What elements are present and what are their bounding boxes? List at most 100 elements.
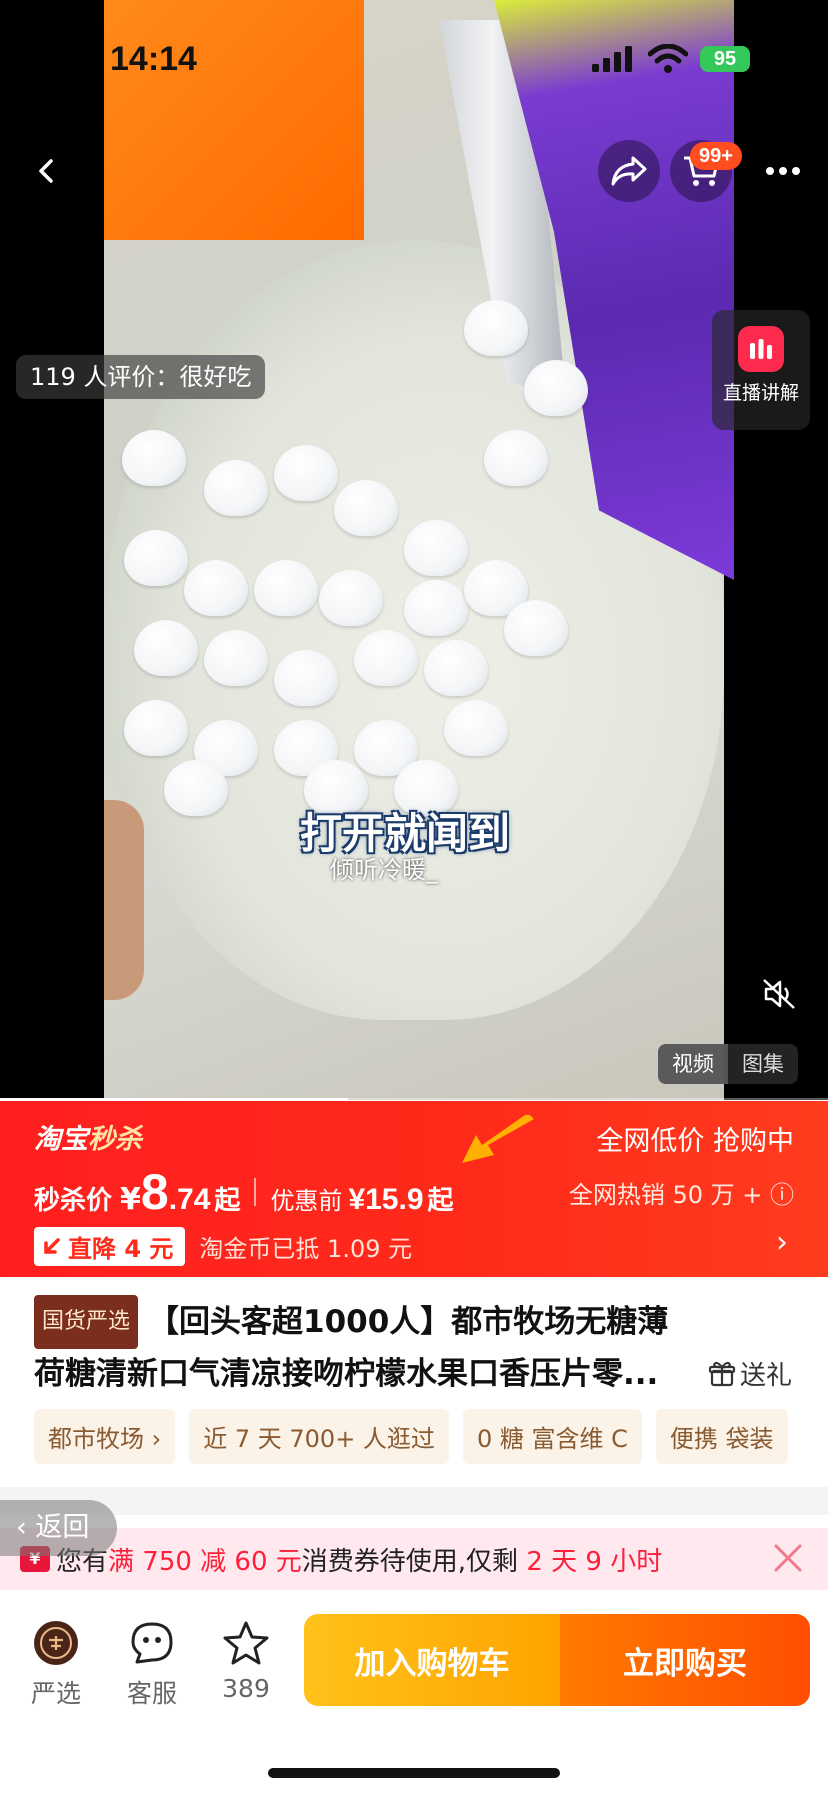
tab-gallery[interactable]: 图集 <box>728 1044 798 1084</box>
candy-image <box>524 360 588 416</box>
price-row: 秒杀价 ¥ 8 .74 起 优惠前 ¥15.9 起 <box>34 1163 454 1221</box>
coupon-text-c: 消费券待使用,仅剩 <box>301 1546 519 1577</box>
signal-icon <box>592 46 632 72</box>
candy-image <box>274 445 338 501</box>
candy-image <box>424 640 488 696</box>
status-time: 14:14 <box>110 40 197 78</box>
section-divider <box>0 1487 828 1515</box>
mute-button[interactable] <box>752 966 808 1022</box>
candy-image <box>274 650 338 706</box>
add-to-cart-button[interactable]: 加入购物车 <box>304 1614 560 1706</box>
coupon-strip[interactable]: ¥ 您有满 750 减 60 元消费券待使用,仅剩 2 天 9 小时 <box>0 1528 828 1590</box>
price-currency: ¥ <box>120 1182 141 1217</box>
price-label: 秒杀价 <box>34 1186 113 1216</box>
before-price-value: ¥15.9 <box>348 1183 424 1216</box>
price-drop-badge: 直降 4 元 <box>34 1227 186 1266</box>
coupon-amount: 满 750 减 60 元 <box>108 1546 302 1577</box>
candy-image <box>204 630 268 686</box>
coin-deduction-text: 淘金币已抵 1.09 元 <box>199 1235 413 1263</box>
candy-image <box>404 580 468 636</box>
candy-image <box>204 460 268 516</box>
arrow-down-left-icon <box>44 1237 60 1254</box>
candy-image <box>319 570 383 626</box>
star-icon <box>206 1618 286 1668</box>
price-separator <box>254 1178 257 1206</box>
flash-sale-logo: 淘宝秒杀 <box>34 1117 142 1156</box>
tab-video[interactable]: 视频 <box>658 1044 728 1084</box>
before-price-label: 优惠前 <box>270 1187 343 1215</box>
coupon-text: 您有满 750 减 60 元消费券待使用,仅剩 2 天 9 小时 <box>56 1541 662 1578</box>
favorite-button[interactable]: 389 <box>206 1618 286 1703</box>
share-button[interactable] <box>598 140 660 202</box>
gift-label: 送礼 <box>739 1361 792 1391</box>
live-explain-label: 直播讲解 <box>722 382 799 404</box>
close-icon[interactable] <box>770 1540 806 1576</box>
chevron-left-icon <box>39 159 53 183</box>
price-drop-label: 直降 4 元 <box>68 1235 174 1263</box>
price-decimal: .74 <box>168 1183 211 1216</box>
review-summary-chip[interactable]: 119 人评价：很好吃 <box>16 355 266 399</box>
product-info: 国货严选 【回头客超1000人】都市牧场无糖薄荷糖清新口气清凉接吻柠檬水果口香压片… <box>0 1277 828 1487</box>
candy-image <box>134 620 198 676</box>
flash-sale-banner[interactable]: 淘宝秒杀 全网低价 抢购中 全网热销 50 万 + ⓘ 秒杀价 ¥ 8 .74 … <box>0 1101 828 1277</box>
favorite-count: 389 <box>222 1674 270 1703</box>
back-button[interactable] <box>16 140 78 202</box>
return-button[interactable]: ‹ 返回 <box>0 1500 118 1556</box>
product-tags: 都市牧场 › 近 7 天 700+ 人逛过 0 糖 富含维 C 便携 袋装 <box>34 1409 802 1464</box>
gift-icon <box>708 1361 736 1386</box>
video-progress-fill <box>0 1098 348 1100</box>
logo-part-a: 淘宝 <box>34 1124 88 1155</box>
battery-indicator: 95 <box>700 46 750 72</box>
feature-tag: 0 糖 富含维 C <box>462 1409 642 1464</box>
buy-now-button[interactable]: 立即购买 <box>560 1614 810 1706</box>
before-price-suffix: 起 <box>427 1186 454 1216</box>
chevron-left-icon: ‹ <box>16 1512 36 1543</box>
price-suffix: 起 <box>214 1186 241 1216</box>
service-icon <box>112 1618 192 1668</box>
candy-image <box>122 430 186 486</box>
candy-image <box>444 700 508 756</box>
video-progress[interactable] <box>0 1098 828 1100</box>
candy-image <box>184 560 248 616</box>
candy-image <box>254 560 318 616</box>
more-icon <box>766 167 800 175</box>
hand-image <box>104 800 144 1000</box>
more-button[interactable] <box>752 140 814 202</box>
share-icon <box>611 156 647 186</box>
hot-sales-text: 全网热销 50 万 + ⓘ <box>568 1181 794 1209</box>
video-watermark: 倾听冷暖_ <box>330 856 438 884</box>
gift-button[interactable]: 送礼 <box>708 1355 792 1392</box>
customer-service-button[interactable]: 客服 <box>112 1618 192 1710</box>
home-indicator <box>268 1768 560 1778</box>
brand-tag[interactable]: 都市牧场 › <box>34 1409 176 1464</box>
chevron-right-icon[interactable]: › <box>776 1225 788 1260</box>
drop-row: 直降 4 元 淘金币已抵 1.09 元 <box>34 1227 412 1266</box>
candy-image <box>164 760 228 816</box>
candy-image <box>334 480 398 536</box>
bottom-action-bar: 严选 客服 389 加入购物车 立即购买 <box>0 1590 828 1796</box>
visits-tag: 近 7 天 700+ 人逛过 <box>189 1409 449 1464</box>
status-bar: 14:14 95 <box>0 0 828 120</box>
cart-count-badge: 99+ <box>690 142 742 170</box>
logo-part-b: 秒杀 <box>88 1124 142 1155</box>
candy-image <box>354 630 418 686</box>
wifi-icon <box>648 44 688 73</box>
speaker-muted-icon <box>763 979 795 1009</box>
candy-image <box>504 600 568 656</box>
candy-image <box>404 520 468 576</box>
media-type-switch[interactable]: 视频 图集 <box>658 1044 798 1084</box>
candy-image <box>124 700 188 756</box>
shop-label: 严选 <box>30 1679 81 1708</box>
shop-button[interactable]: 严选 <box>16 1618 96 1710</box>
guohuo-badge: 国货严选 <box>34 1295 139 1349</box>
price-integer: 8 <box>140 1164 169 1220</box>
service-label: 客服 <box>126 1679 177 1708</box>
return-label: 返回 <box>35 1512 90 1543</box>
candy-image <box>124 530 188 586</box>
candy-image <box>464 300 528 356</box>
arrow-icon <box>462 1115 534 1163</box>
product-title[interactable]: 国货严选 【回头客超1000人】都市牧场无糖薄荷糖清新口气清凉接吻柠檬水果口香压片… <box>34 1295 694 1399</box>
shop-icon <box>16 1618 96 1668</box>
candy-image <box>484 430 548 486</box>
live-explain-button[interactable]: 直播讲解 <box>712 310 810 430</box>
